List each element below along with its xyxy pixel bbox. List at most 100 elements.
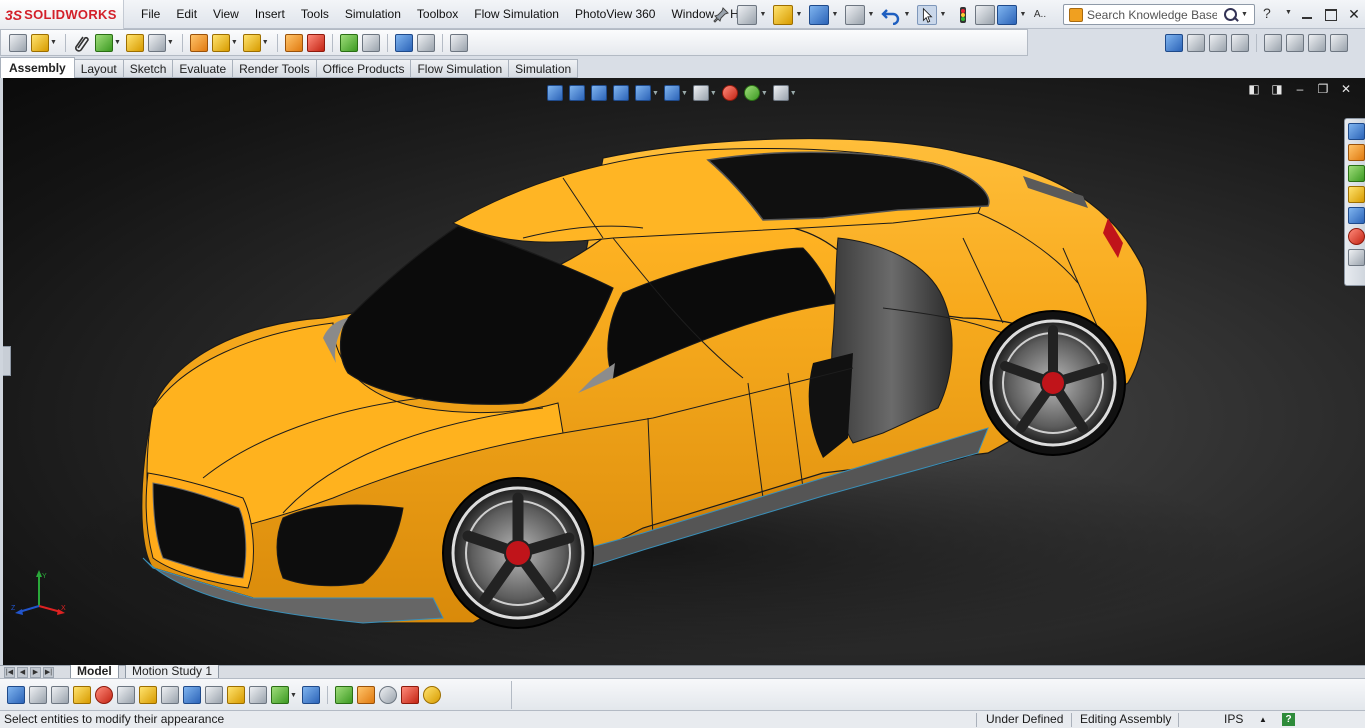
rebuild-icon[interactable]	[953, 5, 973, 25]
open-folder-icon[interactable]	[773, 5, 793, 25]
pattern-dropdown-icon[interactable]: ▼	[114, 39, 121, 46]
file-explorer-icon[interactable]	[1348, 186, 1365, 203]
simulation-xpress-icon[interactable]	[334, 686, 353, 704]
clearance-verification-icon[interactable]	[416, 33, 435, 52]
view-palette-icon[interactable]	[1348, 207, 1365, 224]
interference-icon[interactable]	[205, 686, 223, 704]
sustainability-icon[interactable]	[422, 686, 441, 704]
scene-dropdown-icon[interactable]: ▼	[761, 90, 768, 97]
warning-icon[interactable]	[227, 686, 245, 704]
zoom-to-area-icon[interactable]	[569, 85, 585, 101]
search-dropdown-icon[interactable]: ▼	[1241, 11, 1248, 18]
edit-component-icon[interactable]	[9, 33, 27, 52]
insert-components-dropdown-icon[interactable]: ▼	[50, 39, 57, 46]
print-icon[interactable]	[845, 5, 865, 25]
units-dropdown-icon[interactable]: ▲	[1259, 711, 1267, 728]
next-viewport-icon[interactable]: ◨	[1270, 82, 1284, 96]
previous-tab-arrow-icon[interactable]: ◀	[17, 667, 28, 678]
save-dropdown-icon[interactable]: ▼	[831, 5, 839, 25]
zoom-to-fit-icon[interactable]	[1165, 34, 1183, 52]
copy-components-icon[interactable]	[1209, 34, 1227, 52]
edit-appearance-icon[interactable]	[721, 85, 738, 101]
rear-wheel[interactable]	[980, 310, 1126, 456]
minimize-document-icon[interactable]: –	[1293, 82, 1307, 96]
next-tab-arrow-icon[interactable]: ▶	[30, 667, 41, 678]
view-orientation-dropdown-icon[interactable]: ▼	[652, 90, 659, 97]
display-style-icon[interactable]	[663, 85, 680, 101]
move-component-icon[interactable]	[147, 33, 166, 52]
first-tab-arrow-icon[interactable]: |◀	[4, 667, 15, 678]
menu-file[interactable]: File	[133, 0, 168, 29]
statistics-icon[interactable]	[161, 686, 179, 704]
view-orientation-icon[interactable]	[635, 85, 651, 101]
layout-icon[interactable]	[1264, 34, 1282, 52]
new-document-icon[interactable]	[737, 5, 757, 25]
undo-dropdown-icon[interactable]: ▼	[903, 5, 911, 25]
menu-flow-simulation[interactable]: Flow Simulation	[466, 0, 567, 29]
hide-show-items-icon[interactable]	[692, 85, 709, 101]
mate-paperclip-icon[interactable]	[73, 34, 91, 52]
assembly-features-icon[interactable]	[211, 33, 230, 52]
search-input[interactable]	[1087, 7, 1217, 22]
measure-icon[interactable]	[29, 686, 47, 704]
tab-flow-simulation[interactable]: Flow Simulation	[410, 59, 510, 78]
graphics-area[interactable]: ▼ ▼ ▼ ▼ ▼ ◧ ◨ – ❐ ✕ Y X Z	[0, 78, 1365, 665]
print-dropdown-icon[interactable]: ▼	[867, 5, 875, 25]
quick-tips-help-icon[interactable]: ?	[1282, 713, 1295, 726]
stack-icon[interactable]	[1286, 34, 1304, 52]
units-status[interactable]: IPS	[1224, 711, 1243, 728]
close-document-icon[interactable]: ✕	[1339, 82, 1353, 96]
checkbox-icon[interactable]	[139, 686, 157, 704]
restore-document-icon[interactable]: ❐	[1316, 82, 1330, 96]
maximize-window-button[interactable]	[1322, 6, 1338, 22]
tab-sketch[interactable]: Sketch	[122, 59, 174, 78]
flow-xpress-icon[interactable]	[356, 686, 375, 704]
design-checker-icon[interactable]	[378, 686, 397, 704]
menu-view[interactable]: View	[205, 0, 247, 29]
reference-geometry-icon[interactable]	[242, 33, 261, 52]
smart-fasteners-icon[interactable]	[125, 33, 144, 52]
undo-icon[interactable]	[881, 5, 901, 25]
toolbar-overflow-icon[interactable]: A..	[1033, 5, 1047, 25]
tab-motion-study-1[interactable]: Motion Study 1	[125, 665, 220, 679]
section-view-icon[interactable]	[613, 85, 629, 101]
car-assembly-model[interactable]	[3, 78, 1365, 665]
home-icon[interactable]	[1348, 144, 1365, 161]
hierarchy-icon[interactable]	[1308, 34, 1326, 52]
assembly-features-dropdown-icon[interactable]: ▼	[231, 39, 238, 46]
help-dropdown-icon[interactable]: ▼	[1285, 9, 1292, 16]
select-pointer-icon[interactable]	[917, 5, 937, 25]
exploded-view-icon[interactable]	[339, 33, 358, 52]
appearances-scenes-icon[interactable]	[1348, 228, 1365, 245]
file-properties-icon[interactable]	[975, 5, 995, 25]
select-dropdown-icon[interactable]: ▼	[939, 5, 947, 25]
interference-detection-icon[interactable]	[394, 33, 413, 52]
hide-show-dropdown-icon[interactable]: ▼	[710, 90, 717, 97]
apply-scene-icon[interactable]	[743, 85, 760, 101]
custom-properties-icon[interactable]	[1348, 249, 1365, 266]
compare-documents-icon[interactable]	[301, 686, 320, 704]
front-wheel[interactable]	[442, 477, 594, 629]
menu-simulation[interactable]: Simulation	[337, 0, 409, 29]
menu-tools[interactable]: Tools	[293, 0, 337, 29]
display-style-dropdown-icon[interactable]: ▼	[681, 90, 688, 97]
view-settings-dropdown-icon[interactable]: ▼	[790, 90, 797, 97]
minimize-window-button[interactable]	[1299, 6, 1315, 22]
save-icon[interactable]	[809, 5, 829, 25]
pin-menu-icon[interactable]	[713, 6, 730, 23]
menu-edit[interactable]: Edit	[168, 0, 205, 29]
menu-photoview-360[interactable]: PhotoView 360	[567, 0, 664, 29]
menu-insert[interactable]: Insert	[247, 0, 293, 29]
design-library-icon[interactable]	[1348, 165, 1365, 182]
edit-icon[interactable]	[1231, 34, 1249, 52]
zoom-to-fit-icon[interactable]	[547, 85, 563, 101]
new-dropdown-icon[interactable]: ▼	[759, 5, 767, 25]
spell-check-icon[interactable]	[7, 686, 25, 704]
dfm-express-icon[interactable]	[400, 686, 419, 704]
insert-components-icon[interactable]	[31, 33, 49, 52]
bill-of-materials-icon[interactable]	[306, 33, 325, 52]
move-dropdown-icon[interactable]: ▼	[167, 39, 174, 46]
help-icon[interactable]: ?	[1263, 5, 1271, 21]
explode-line-sketch-icon[interactable]	[361, 33, 380, 52]
tab-evaluate[interactable]: Evaluate	[172, 59, 234, 78]
